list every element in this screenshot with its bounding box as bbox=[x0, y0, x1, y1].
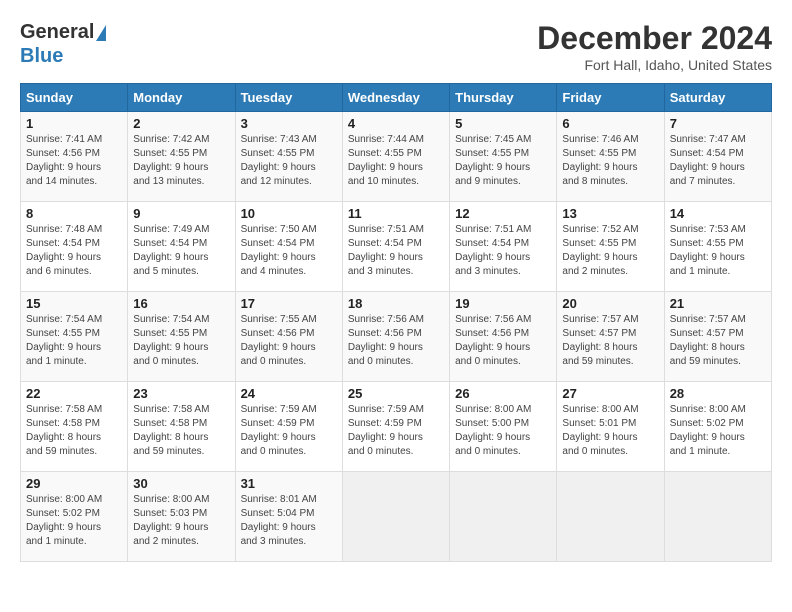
empty-cell bbox=[342, 472, 449, 562]
header-thursday: Thursday bbox=[450, 84, 557, 112]
table-row: 14 Sunrise: 7:53 AMSunset: 4:55 PMDaylig… bbox=[664, 202, 771, 292]
logo-text: General Blue bbox=[20, 20, 106, 68]
table-row: 1 Sunrise: 7:41 AMSunset: 4:56 PMDayligh… bbox=[21, 112, 128, 202]
day-header-row: Sunday Monday Tuesday Wednesday Thursday… bbox=[21, 84, 772, 112]
month-title: December 2024 bbox=[537, 20, 772, 57]
table-row: 3 Sunrise: 7:43 AMSunset: 4:55 PMDayligh… bbox=[235, 112, 342, 202]
table-row: 21 Sunrise: 7:57 AMSunset: 4:57 PMDaylig… bbox=[664, 292, 771, 382]
table-row: 8 Sunrise: 7:48 AMSunset: 4:54 PMDayligh… bbox=[21, 202, 128, 292]
table-row: 31 Sunrise: 8:01 AMSunset: 5:04 PMDaylig… bbox=[235, 472, 342, 562]
header-sunday: Sunday bbox=[21, 84, 128, 112]
table-row: 4 Sunrise: 7:44 AMSunset: 4:55 PMDayligh… bbox=[342, 112, 449, 202]
table-row: 17 Sunrise: 7:55 AMSunset: 4:56 PMDaylig… bbox=[235, 292, 342, 382]
table-row: 27 Sunrise: 8:00 AMSunset: 5:01 PMDaylig… bbox=[557, 382, 664, 472]
table-row: 20 Sunrise: 7:57 AMSunset: 4:57 PMDaylig… bbox=[557, 292, 664, 382]
table-row: 22 Sunrise: 7:58 AMSunset: 4:58 PMDaylig… bbox=[21, 382, 128, 472]
logo: General Blue bbox=[20, 20, 106, 68]
table-row: 26 Sunrise: 8:00 AMSunset: 5:00 PMDaylig… bbox=[450, 382, 557, 472]
table-row: 9 Sunrise: 7:49 AMSunset: 4:54 PMDayligh… bbox=[128, 202, 235, 292]
calendar-table: Sunday Monday Tuesday Wednesday Thursday… bbox=[20, 83, 772, 562]
empty-cell bbox=[450, 472, 557, 562]
table-row: 19 Sunrise: 7:56 AMSunset: 4:56 PMDaylig… bbox=[450, 292, 557, 382]
table-row: 12 Sunrise: 7:51 AMSunset: 4:54 PMDaylig… bbox=[450, 202, 557, 292]
table-row: 28 Sunrise: 8:00 AMSunset: 5:02 PMDaylig… bbox=[664, 382, 771, 472]
table-row: 16 Sunrise: 7:54 AMSunset: 4:55 PMDaylig… bbox=[128, 292, 235, 382]
page-header: General Blue December 2024 Fort Hall, Id… bbox=[20, 20, 772, 73]
title-block: December 2024 Fort Hall, Idaho, United S… bbox=[537, 20, 772, 73]
table-row: 25 Sunrise: 7:59 AMSunset: 4:59 PMDaylig… bbox=[342, 382, 449, 472]
table-row: 23 Sunrise: 7:58 AMSunset: 4:58 PMDaylig… bbox=[128, 382, 235, 472]
table-row: 6 Sunrise: 7:46 AMSunset: 4:55 PMDayligh… bbox=[557, 112, 664, 202]
table-row: 10 Sunrise: 7:50 AMSunset: 4:54 PMDaylig… bbox=[235, 202, 342, 292]
header-wednesday: Wednesday bbox=[342, 84, 449, 112]
table-row: 13 Sunrise: 7:52 AMSunset: 4:55 PMDaylig… bbox=[557, 202, 664, 292]
header-tuesday: Tuesday bbox=[235, 84, 342, 112]
header-monday: Monday bbox=[128, 84, 235, 112]
table-row: 5 Sunrise: 7:45 AMSunset: 4:55 PMDayligh… bbox=[450, 112, 557, 202]
table-row: 15 Sunrise: 7:54 AMSunset: 4:55 PMDaylig… bbox=[21, 292, 128, 382]
header-saturday: Saturday bbox=[664, 84, 771, 112]
table-row: 2 Sunrise: 7:42 AMSunset: 4:55 PMDayligh… bbox=[128, 112, 235, 202]
table-row: 7 Sunrise: 7:47 AMSunset: 4:54 PMDayligh… bbox=[664, 112, 771, 202]
table-row: 29 Sunrise: 8:00 AMSunset: 5:02 PMDaylig… bbox=[21, 472, 128, 562]
table-row: 30 Sunrise: 8:00 AMSunset: 5:03 PMDaylig… bbox=[128, 472, 235, 562]
empty-cell bbox=[664, 472, 771, 562]
header-friday: Friday bbox=[557, 84, 664, 112]
table-row: 11 Sunrise: 7:51 AMSunset: 4:54 PMDaylig… bbox=[342, 202, 449, 292]
empty-cell bbox=[557, 472, 664, 562]
table-row: 18 Sunrise: 7:56 AMSunset: 4:56 PMDaylig… bbox=[342, 292, 449, 382]
location: Fort Hall, Idaho, United States bbox=[537, 57, 772, 73]
table-row: 24 Sunrise: 7:59 AMSunset: 4:59 PMDaylig… bbox=[235, 382, 342, 472]
